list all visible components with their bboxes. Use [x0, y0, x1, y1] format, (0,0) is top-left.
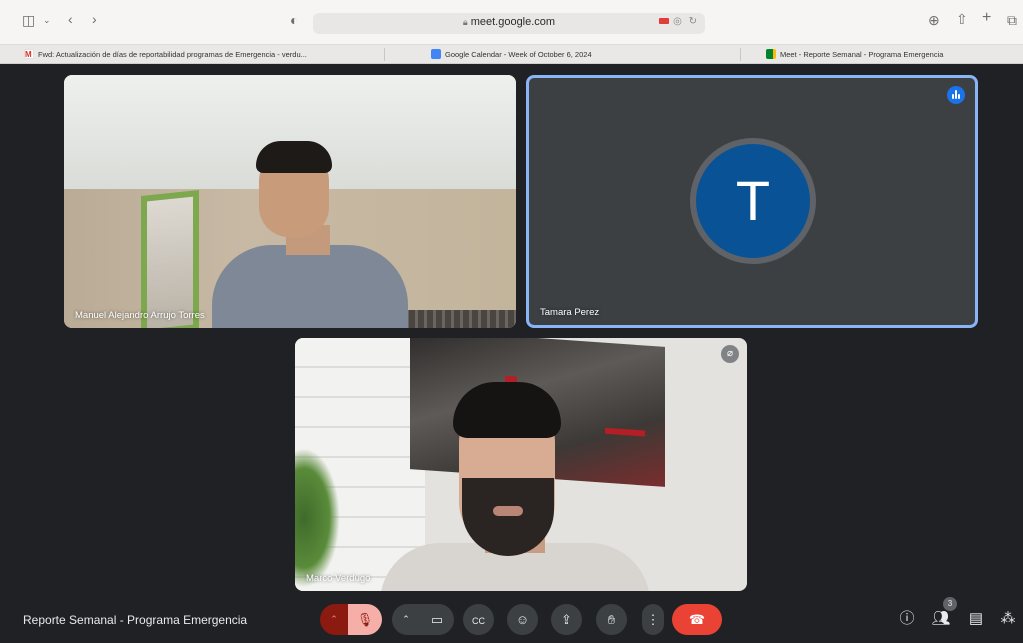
tab-overview-icon[interactable]: ⧉: [1007, 12, 1017, 28]
more-options-icon: ⋮: [646, 612, 660, 627]
browser-toolbar: ◫ ⌄ ‹ › ◐ 🔒︎ meet.google.com ◎ ↻ ⊕ ⇧ + ⧉: [0, 0, 1023, 44]
mic-toggle-button[interactable]: 🎙︎: [348, 604, 382, 635]
mic-in-use-icon[interactable]: ◎: [673, 16, 682, 27]
meet-icon: [766, 49, 776, 59]
video-options-button[interactable]: ⌃: [392, 604, 420, 635]
emoji-icon: ☺: [515, 612, 530, 627]
participant-tile-active-speaker[interactable]: T Tamara Perez: [526, 75, 978, 328]
tab-label: Google Calendar - Week of October 6, 202…: [445, 50, 592, 59]
lock-icon: 🔒︎: [462, 17, 468, 27]
participant-name: Tamara Perez: [540, 307, 600, 318]
camera-toggle-button[interactable]: ▭: [420, 604, 454, 635]
new-tab-icon[interactable]: +: [982, 10, 991, 26]
tab-bar: Fwd: Actualización de días de reportabil…: [0, 44, 1023, 64]
privacy-shield-icon[interactable]: ◐: [290, 12, 298, 28]
mic-off-icon: ⌀: [721, 345, 739, 363]
participant-name: Marco Verdugo: [306, 573, 371, 584]
calendar-icon: [431, 49, 441, 59]
plant: [295, 448, 340, 588]
chevron-down-icon[interactable]: ⌄: [43, 12, 51, 28]
participant-name: Manuel Alejandro Arrujo Torres: [75, 310, 205, 321]
audio-options-button[interactable]: ⌃: [320, 604, 348, 635]
chat-icon[interactable]: ▤: [966, 610, 986, 628]
address-bar[interactable]: 🔒︎ meet.google.com ◎ ↻: [313, 13, 705, 34]
captions-button[interactable]: CC: [463, 604, 494, 635]
tab-calendar[interactable]: Google Calendar - Week of October 6, 202…: [431, 46, 731, 63]
camera-icon: ▭: [430, 612, 444, 627]
captions-icon: CC: [472, 616, 485, 626]
people-icon[interactable]: 👥︎: [931, 610, 951, 628]
participant-tile[interactable]: Manuel Alejandro Arrujo Torres: [64, 75, 516, 328]
meeting-title: Reporte Semanal - Programa Emergencia: [23, 613, 248, 627]
mic-off-icon: 🎙︎: [356, 612, 374, 627]
end-call-icon: ☎︎: [688, 612, 706, 627]
emoji-button[interactable]: ☺: [507, 604, 538, 635]
mirror: [141, 189, 199, 328]
participant-tile[interactable]: ⌀ Marco Verdugo: [295, 338, 747, 591]
url-text: meet.google.com: [470, 16, 556, 28]
tab-label: Fwd: Actualización de días de reportabil…: [38, 50, 307, 59]
tab-meet[interactable]: Meet - Reporte Semanal - Programa Emerge…: [766, 46, 1016, 63]
video-person: [212, 245, 408, 328]
share-icon[interactable]: ⇧: [956, 11, 968, 27]
tab-label: Meet - Reporte Semanal - Programa Emerge…: [780, 50, 944, 59]
more-options-button[interactable]: ⋮: [642, 604, 664, 635]
gmail-icon: [24, 46, 34, 63]
avatar: T: [696, 144, 810, 258]
forward-icon[interactable]: ›: [92, 11, 97, 27]
info-icon[interactable]: ⓘ: [897, 610, 917, 628]
reload-icon[interactable]: ↻: [689, 16, 697, 27]
sidebar-toggle-icon[interactable]: ◫: [22, 12, 35, 28]
tab-gmail[interactable]: Fwd: Actualización de días de reportabil…: [24, 46, 374, 63]
speaking-indicator-icon: [947, 86, 965, 104]
back-icon[interactable]: ‹: [68, 11, 73, 27]
raise-hand-icon: ✋︎: [607, 612, 616, 627]
participant-count-badge: 3: [943, 597, 957, 611]
download-icon[interactable]: ⊕: [928, 12, 940, 28]
activities-icon[interactable]: ⁂: [998, 610, 1018, 628]
present-button[interactable]: ⇪: [551, 604, 582, 635]
camera-in-use-icon[interactable]: [659, 18, 670, 25]
end-call-button[interactable]: ☎︎: [672, 604, 722, 635]
present-icon: ⇪: [561, 612, 572, 627]
raise-hand-button[interactable]: ✋︎: [596, 604, 627, 635]
